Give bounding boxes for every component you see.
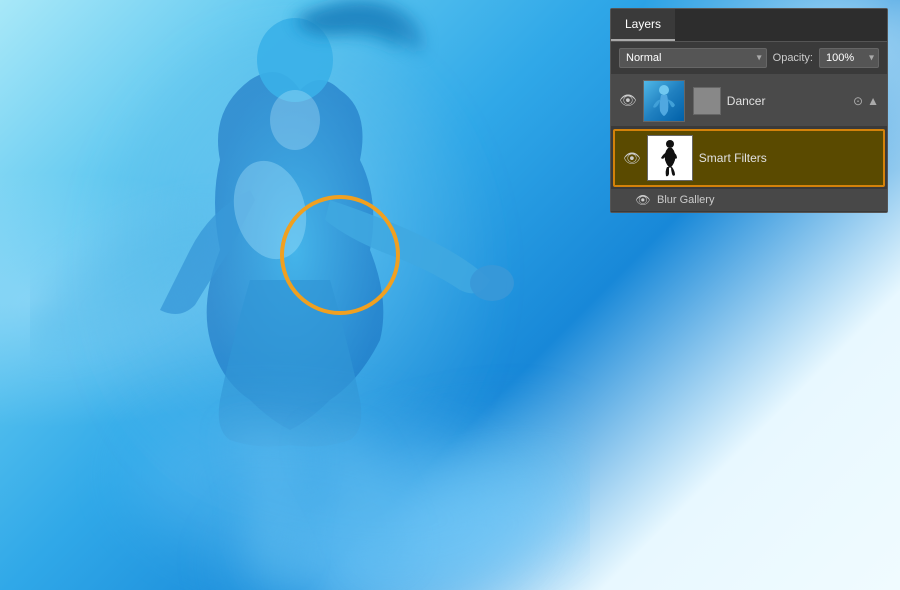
smart-filter-thumb-svg <box>655 138 685 178</box>
blend-mode-select-wrap[interactable]: Normal Dissolve Multiply Screen Overlay <box>619 48 767 68</box>
layer-expand-icon[interactable]: ▲ <box>867 94 879 108</box>
opacity-select-wrap[interactable]: 100% 90% 80% 50% 0% <box>819 48 879 68</box>
blend-opacity-row: Normal Dissolve Multiply Screen Overlay … <box>611 42 887 75</box>
blur-gallery-name: Blur Gallery <box>657 194 879 206</box>
blend-mode-select[interactable]: Normal Dissolve Multiply Screen Overlay <box>619 48 767 68</box>
layers-panel: Layers Normal Dissolve Multiply Screen O… <box>610 8 888 213</box>
dancer-figure <box>30 0 590 590</box>
opacity-select[interactable]: 100% 90% 80% 50% 0% <box>819 48 879 68</box>
layer-name-dancer: Dancer <box>727 94 847 108</box>
blur-gallery-inner[interactable]: 👁 Blur Gallery <box>611 189 887 211</box>
tab-layers[interactable]: Layers <box>611 9 675 41</box>
layer-thumb-dancer-mask <box>693 87 721 115</box>
layer-name-smart-filters: Smart Filters <box>699 151 875 165</box>
blur-gallery-row: 👁 Blur Gallery <box>611 189 887 212</box>
layer-row-dancer[interactable]: 👁 Dancer ⊙ ▲ <box>611 75 887 127</box>
layer-options-dancer: ⊙ ▲ <box>853 94 879 108</box>
layer-row-smart-filters[interactable]: 👁 Smart Filters <box>613 129 885 187</box>
dancer-thumb-svg <box>649 83 679 119</box>
layer-settings-icon[interactable]: ⊙ <box>853 94 863 108</box>
opacity-label: Opacity: <box>773 52 813 64</box>
layers-tab-bar: Layers <box>611 9 887 42</box>
eye-icon-blur-gallery[interactable]: 👁 <box>635 193 651 207</box>
layer-thumb-dancer <box>643 80 685 122</box>
eye-icon-dancer[interactable]: 👁 <box>619 92 637 109</box>
eye-icon-smart-filters[interactable]: 👁 <box>623 150 641 167</box>
layer-thumb-smart-filters <box>647 135 693 181</box>
